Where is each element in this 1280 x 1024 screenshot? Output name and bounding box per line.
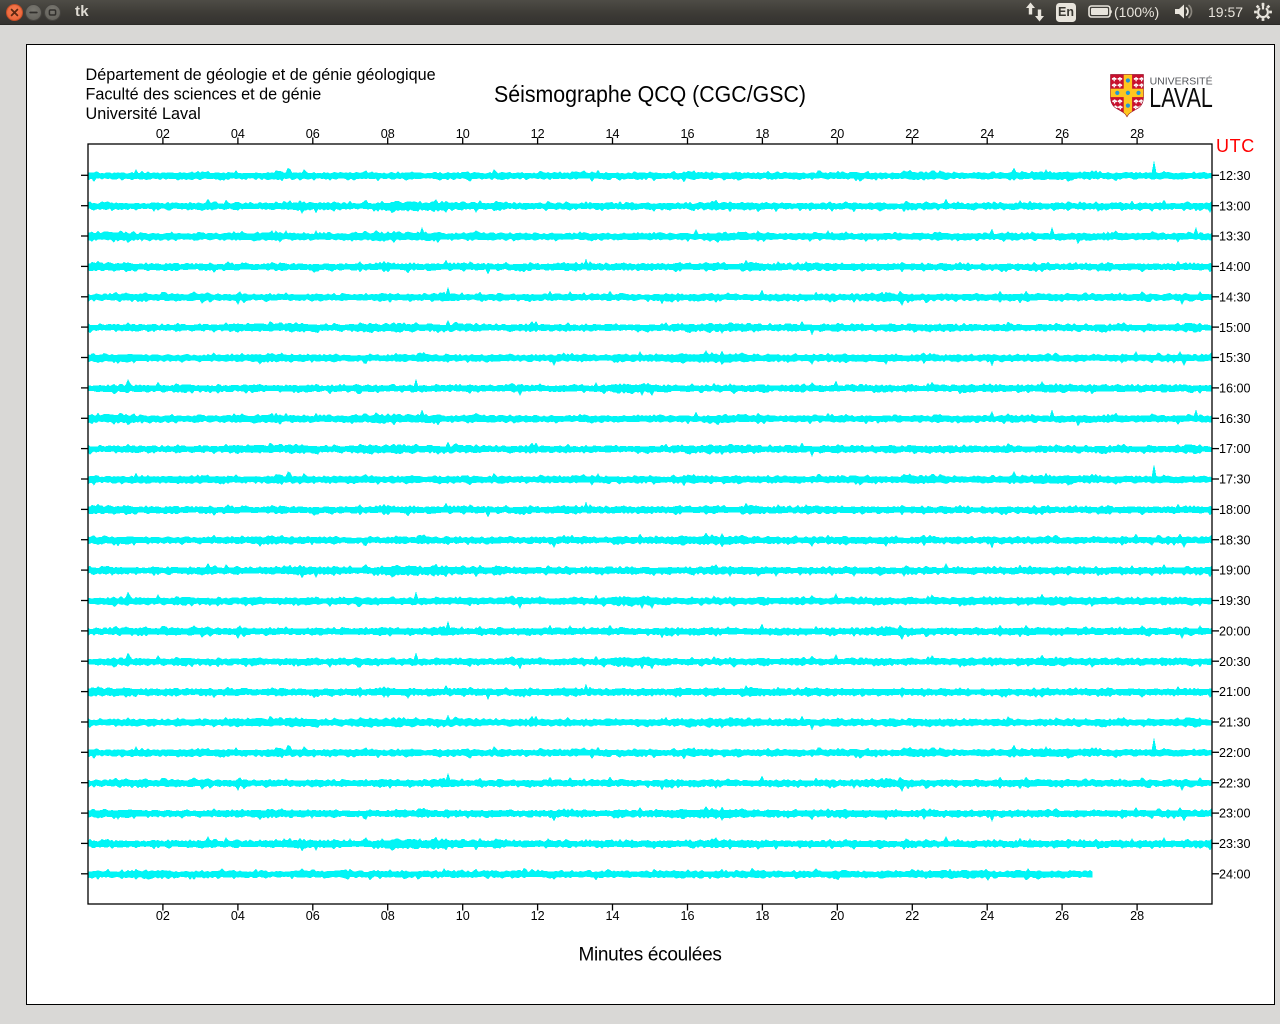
svg-text:LAVAL: LAVAL [1149, 82, 1213, 113]
